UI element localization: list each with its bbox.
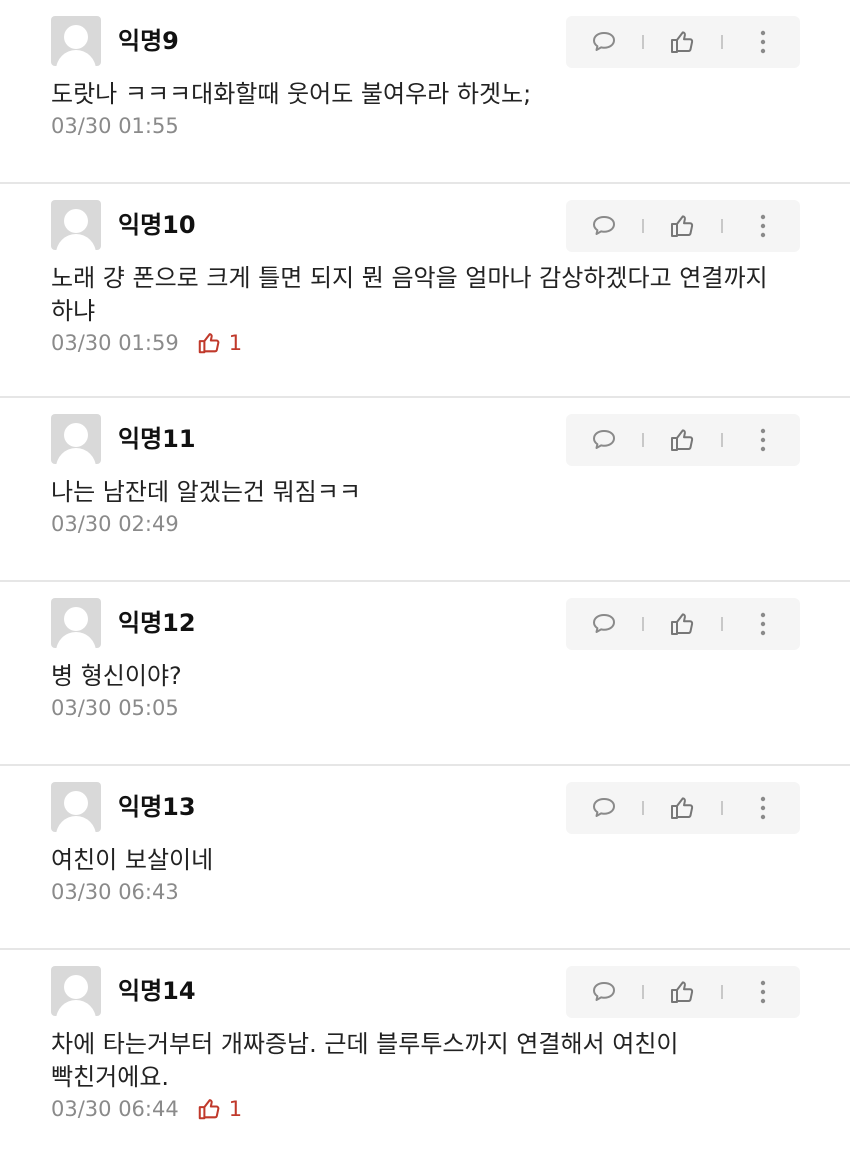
speech-bubble-icon xyxy=(593,982,615,1001)
comment-meta: 03/30 01:55 xyxy=(51,112,179,140)
comment-text: 병 형신이야? xyxy=(51,662,182,690)
vertical-dots-icon xyxy=(760,428,766,452)
comment-item: 익명10 노래 걍 폰으로 크게 틀면 되지 뭔 음악을 얼마나 감상하겠다고 … xyxy=(0,184,850,398)
thumbs-up-icon xyxy=(671,429,694,451)
comment-timestamp: 03/30 06:44 xyxy=(51,1097,179,1121)
reply-button[interactable] xyxy=(588,26,620,58)
comment-meta: 03/30 02:49 xyxy=(51,510,179,538)
comment-timestamp: 03/30 06:43 xyxy=(51,880,179,904)
comment-item: 익명13 여친이 보살이네 03/30 06:43 xyxy=(0,766,850,950)
comment-actions xyxy=(566,16,800,68)
comment-text: 차에 타는거부터 개짜증남. 근데 블루투스까지 연결해서 여친이 빡친거에요. xyxy=(51,1030,679,1091)
like-button[interactable] xyxy=(666,210,698,242)
comment-item: 익명9 도랏나 ㅋㅋㅋ대화할때 웃어도 불여우라 하겟노; 03/30 01:5… xyxy=(0,0,850,184)
avatar xyxy=(51,782,101,832)
comment-timestamp: 03/30 01:55 xyxy=(51,114,179,138)
speech-bubble-icon xyxy=(593,798,615,817)
thumbs-up-icon xyxy=(198,1099,220,1120)
more-options-button[interactable] xyxy=(747,424,779,456)
comment-timestamp: 03/30 01:59 xyxy=(51,331,179,355)
like-button[interactable] xyxy=(666,792,698,824)
like-button[interactable] xyxy=(666,976,698,1008)
comment-actions xyxy=(566,966,800,1018)
vertical-dots-icon xyxy=(760,796,766,820)
more-options-button[interactable] xyxy=(747,608,779,640)
like-count-value: 1 xyxy=(228,1097,243,1121)
reply-button[interactable] xyxy=(588,608,620,640)
vertical-dots-icon xyxy=(760,214,766,238)
comment-item: 익명14 차에 타는거부터 개짜증남. 근데 블루투스까지 연결해서 여친이 빡… xyxy=(0,950,850,1164)
comment-timestamp: 03/30 02:49 xyxy=(51,512,179,536)
comment-actions xyxy=(566,598,800,650)
comment-text: 노래 걍 폰으로 크게 틀면 되지 뭔 음악을 얼마나 감상하겠다고 연결까지 … xyxy=(51,264,768,325)
comment-item: 익명11 나는 남잔데 알겠는건 뭐짐ㅋㅋ 03/30 02:49 xyxy=(0,398,850,582)
like-count-value: 1 xyxy=(228,331,243,355)
avatar xyxy=(51,414,101,464)
vertical-dots-icon xyxy=(760,30,766,54)
comment-meta: 03/30 06:43 xyxy=(51,878,179,906)
reply-button[interactable] xyxy=(588,976,620,1008)
comment-item: 익명12 병 형신이야? 03/30 05:05 xyxy=(0,582,850,766)
thumbs-up-icon xyxy=(671,797,694,819)
speech-bubble-icon xyxy=(593,430,615,449)
comment-actions xyxy=(566,200,800,252)
speech-bubble-icon xyxy=(593,614,615,633)
avatar xyxy=(51,16,101,66)
comment-timestamp: 03/30 05:05 xyxy=(51,696,179,720)
vertical-dots-icon xyxy=(760,612,766,636)
comment-text: 나는 남잔데 알겠는건 뭐짐ㅋㅋ xyxy=(51,478,361,506)
more-options-button[interactable] xyxy=(747,976,779,1008)
comment-author: 익명13 xyxy=(118,793,196,821)
comment-author: 익명14 xyxy=(118,977,196,1005)
thumbs-up-icon xyxy=(198,333,220,354)
like-count[interactable]: 1 xyxy=(197,329,242,357)
avatar xyxy=(51,966,101,1016)
more-options-button[interactable] xyxy=(747,792,779,824)
comment-author: 익명10 xyxy=(118,211,196,239)
like-button[interactable] xyxy=(666,26,698,58)
comment-author: 익명11 xyxy=(118,425,196,453)
thumbs-up-icon xyxy=(671,215,694,237)
like-button[interactable] xyxy=(666,608,698,640)
reply-button[interactable] xyxy=(588,210,620,242)
comment-actions xyxy=(566,414,800,466)
like-button[interactable] xyxy=(666,424,698,456)
more-options-button[interactable] xyxy=(747,210,779,242)
avatar xyxy=(51,598,101,648)
comment-list: 익명9 도랏나 ㅋㅋㅋ대화할때 웃어도 불여우라 하겟노; 03/30 01:5… xyxy=(0,0,850,1164)
comment-text: 도랏나 ㅋㅋㅋ대화할때 웃어도 불여우라 하겟노; xyxy=(51,80,532,108)
thumbs-up-icon xyxy=(671,613,694,635)
like-count[interactable]: 1 xyxy=(197,1095,242,1123)
speech-bubble-icon xyxy=(593,32,615,51)
vertical-dots-icon xyxy=(760,980,766,1004)
comment-author: 익명12 xyxy=(118,609,196,637)
comment-meta: 03/30 06:44 1 xyxy=(51,1095,242,1123)
comment-meta: 03/30 01:59 1 xyxy=(51,329,242,357)
avatar xyxy=(51,200,101,250)
reply-button[interactable] xyxy=(588,792,620,824)
more-options-button[interactable] xyxy=(747,26,779,58)
comment-meta: 03/30 05:05 xyxy=(51,694,179,722)
thumbs-up-icon xyxy=(671,31,694,53)
comment-actions xyxy=(566,782,800,834)
reply-button[interactable] xyxy=(588,424,620,456)
comment-text: 여친이 보살이네 xyxy=(51,846,214,874)
speech-bubble-icon xyxy=(593,216,615,235)
thumbs-up-icon xyxy=(671,981,694,1003)
comment-author: 익명9 xyxy=(118,27,179,55)
